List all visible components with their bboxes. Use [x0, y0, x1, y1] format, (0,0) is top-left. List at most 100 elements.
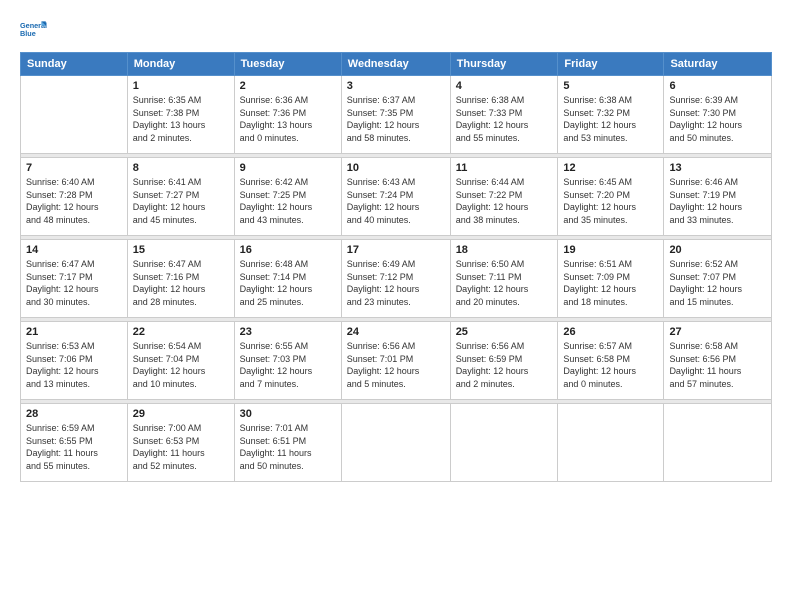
weekday-header-monday: Monday: [127, 53, 234, 76]
day-info: Sunrise: 6:49 AM Sunset: 7:12 PM Dayligh…: [347, 258, 445, 308]
day-number: 26: [563, 326, 658, 338]
day-number: 29: [133, 408, 229, 420]
calendar-cell: 6 Sunrise: 6:39 AM Sunset: 7:30 PM Daylig…: [664, 76, 772, 154]
calendar-cell: 15Sunrise: 6:47 AM Sunset: 7:16 PM Dayli…: [127, 240, 234, 318]
day-number: 7: [26, 162, 122, 174]
day-number: 6: [669, 80, 766, 92]
day-number: 12: [563, 162, 658, 174]
calendar-cell: 18 Sunrise: 6:50 AM Sunset: 7:11 PM Dayli…: [450, 240, 558, 318]
calendar-cell: [664, 404, 772, 482]
weekday-header-row: SundayMondayTuesdayWednesdayThursdayFrid…: [21, 53, 772, 76]
calendar-cell: 8Sunrise: 6:41 AM Sunset: 7:27 PM Daylig…: [127, 158, 234, 236]
day-info: Sunrise: 6:41 AM Sunset: 7:27 PM Dayligh…: [133, 176, 229, 226]
day-number: 18: [456, 244, 553, 256]
calendar-cell: [558, 404, 664, 482]
day-number: 11: [456, 162, 553, 174]
calendar-cell: [450, 404, 558, 482]
svg-text:Blue: Blue: [20, 29, 36, 38]
week-row-5: 28Sunrise: 6:59 AM Sunset: 6:55 PM Dayli…: [21, 404, 772, 482]
day-number: 2: [240, 80, 336, 92]
day-info: Sunrise: 6:47 AM Sunset: 7:17 PM Dayligh…: [26, 258, 122, 308]
calendar-cell: 20 Sunrise: 6:52 AM Sunset: 7:07 PM Dayli…: [664, 240, 772, 318]
logo: GeneralBlue: [20, 16, 48, 44]
week-row-1: 1 Sunrise: 6:35 AM Sunset: 7:38 PM Daylig…: [21, 76, 772, 154]
day-number: 24: [347, 326, 445, 338]
day-info: Sunrise: 6:48 AM Sunset: 7:14 PM Dayligh…: [240, 258, 336, 308]
day-info: Sunrise: 6:57 AM Sunset: 6:58 PM Dayligh…: [563, 340, 658, 390]
calendar-cell: 16 Sunrise: 6:48 AM Sunset: 7:14 PM Dayli…: [234, 240, 341, 318]
day-number: 10: [347, 162, 445, 174]
calendar-cell: 19 Sunrise: 6:51 AM Sunset: 7:09 PM Dayli…: [558, 240, 664, 318]
day-number: 13: [669, 162, 766, 174]
day-number: 28: [26, 408, 122, 420]
calendar-cell: 13 Sunrise: 6:46 AM Sunset: 7:19 PM Dayli…: [664, 158, 772, 236]
logo-icon: GeneralBlue: [20, 16, 48, 44]
calendar-cell: 10 Sunrise: 6:43 AM Sunset: 7:24 PM Dayli…: [341, 158, 450, 236]
day-number: 3: [347, 80, 445, 92]
day-number: 27: [669, 326, 766, 338]
day-number: 17: [347, 244, 445, 256]
day-info: Sunrise: 6:42 AM Sunset: 7:25 PM Dayligh…: [240, 176, 336, 226]
calendar-cell: 1 Sunrise: 6:35 AM Sunset: 7:38 PM Daylig…: [127, 76, 234, 154]
calendar-table: SundayMondayTuesdayWednesdayThursdayFrid…: [20, 52, 772, 482]
day-info: Sunrise: 6:52 AM Sunset: 7:07 PM Dayligh…: [669, 258, 766, 308]
day-info: Sunrise: 6:38 AM Sunset: 7:32 PM Dayligh…: [563, 94, 658, 144]
day-info: Sunrise: 6:51 AM Sunset: 7:09 PM Dayligh…: [563, 258, 658, 308]
day-number: 20: [669, 244, 766, 256]
day-info: Sunrise: 6:44 AM Sunset: 7:22 PM Dayligh…: [456, 176, 553, 226]
day-info: Sunrise: 6:58 AM Sunset: 6:56 PM Dayligh…: [669, 340, 766, 390]
day-info: Sunrise: 7:01 AM Sunset: 6:51 PM Dayligh…: [240, 422, 336, 472]
calendar-cell: 26 Sunrise: 6:57 AM Sunset: 6:58 PM Dayli…: [558, 322, 664, 400]
day-number: 4: [456, 80, 553, 92]
day-info: Sunrise: 6:36 AM Sunset: 7:36 PM Dayligh…: [240, 94, 336, 144]
calendar-cell: 12 Sunrise: 6:45 AM Sunset: 7:20 PM Dayli…: [558, 158, 664, 236]
calendar-cell: [341, 404, 450, 482]
day-info: Sunrise: 6:43 AM Sunset: 7:24 PM Dayligh…: [347, 176, 445, 226]
day-info: Sunrise: 6:53 AM Sunset: 7:06 PM Dayligh…: [26, 340, 122, 390]
day-info: Sunrise: 6:45 AM Sunset: 7:20 PM Dayligh…: [563, 176, 658, 226]
day-info: Sunrise: 7:00 AM Sunset: 6:53 PM Dayligh…: [133, 422, 229, 472]
calendar-cell: 17 Sunrise: 6:49 AM Sunset: 7:12 PM Dayli…: [341, 240, 450, 318]
week-row-4: 21Sunrise: 6:53 AM Sunset: 7:06 PM Dayli…: [21, 322, 772, 400]
day-number: 25: [456, 326, 553, 338]
header: GeneralBlue: [20, 16, 772, 44]
day-info: Sunrise: 6:56 AM Sunset: 7:01 PM Dayligh…: [347, 340, 445, 390]
day-number: 30: [240, 408, 336, 420]
calendar-cell: 11 Sunrise: 6:44 AM Sunset: 7:22 PM Dayli…: [450, 158, 558, 236]
calendar-cell: 3 Sunrise: 6:37 AM Sunset: 7:35 PM Daylig…: [341, 76, 450, 154]
week-row-2: 7 Sunrise: 6:40 AM Sunset: 7:28 PM Daylig…: [21, 158, 772, 236]
calendar-cell: 9Sunrise: 6:42 AM Sunset: 7:25 PM Daylig…: [234, 158, 341, 236]
day-number: 1: [133, 80, 229, 92]
calendar-cell: 5 Sunrise: 6:38 AM Sunset: 7:32 PM Daylig…: [558, 76, 664, 154]
day-info: Sunrise: 6:40 AM Sunset: 7:28 PM Dayligh…: [26, 176, 122, 226]
day-number: 23: [240, 326, 336, 338]
day-info: Sunrise: 6:56 AM Sunset: 6:59 PM Dayligh…: [456, 340, 553, 390]
calendar-cell: 21Sunrise: 6:53 AM Sunset: 7:06 PM Dayli…: [21, 322, 128, 400]
calendar-cell: 30 Sunrise: 7:01 AM Sunset: 6:51 PM Dayli…: [234, 404, 341, 482]
calendar-cell: 29 Sunrise: 7:00 AM Sunset: 6:53 PM Dayli…: [127, 404, 234, 482]
weekday-header-sunday: Sunday: [21, 53, 128, 76]
day-number: 15: [133, 244, 229, 256]
weekday-header-friday: Friday: [558, 53, 664, 76]
calendar-cell: 14 Sunrise: 6:47 AM Sunset: 7:17 PM Dayli…: [21, 240, 128, 318]
calendar-page: GeneralBlue SundayMondayTuesdayWednesday…: [0, 0, 792, 612]
day-info: Sunrise: 6:38 AM Sunset: 7:33 PM Dayligh…: [456, 94, 553, 144]
weekday-header-wednesday: Wednesday: [341, 53, 450, 76]
day-number: 22: [133, 326, 229, 338]
day-info: Sunrise: 6:37 AM Sunset: 7:35 PM Dayligh…: [347, 94, 445, 144]
day-info: Sunrise: 6:54 AM Sunset: 7:04 PM Dayligh…: [133, 340, 229, 390]
weekday-header-tuesday: Tuesday: [234, 53, 341, 76]
day-number: 16: [240, 244, 336, 256]
day-info: Sunrise: 6:39 AM Sunset: 7:30 PM Dayligh…: [669, 94, 766, 144]
day-info: Sunrise: 6:46 AM Sunset: 7:19 PM Dayligh…: [669, 176, 766, 226]
day-number: 14: [26, 244, 122, 256]
calendar-cell: 2 Sunrise: 6:36 AM Sunset: 7:36 PM Daylig…: [234, 76, 341, 154]
day-number: 5: [563, 80, 658, 92]
day-info: Sunrise: 6:50 AM Sunset: 7:11 PM Dayligh…: [456, 258, 553, 308]
day-number: 19: [563, 244, 658, 256]
weekday-header-thursday: Thursday: [450, 53, 558, 76]
calendar-cell: 7 Sunrise: 6:40 AM Sunset: 7:28 PM Daylig…: [21, 158, 128, 236]
calendar-cell: 23Sunrise: 6:55 AM Sunset: 7:03 PM Dayli…: [234, 322, 341, 400]
calendar-cell: 28Sunrise: 6:59 AM Sunset: 6:55 PM Dayli…: [21, 404, 128, 482]
day-info: Sunrise: 6:35 AM Sunset: 7:38 PM Dayligh…: [133, 94, 229, 144]
